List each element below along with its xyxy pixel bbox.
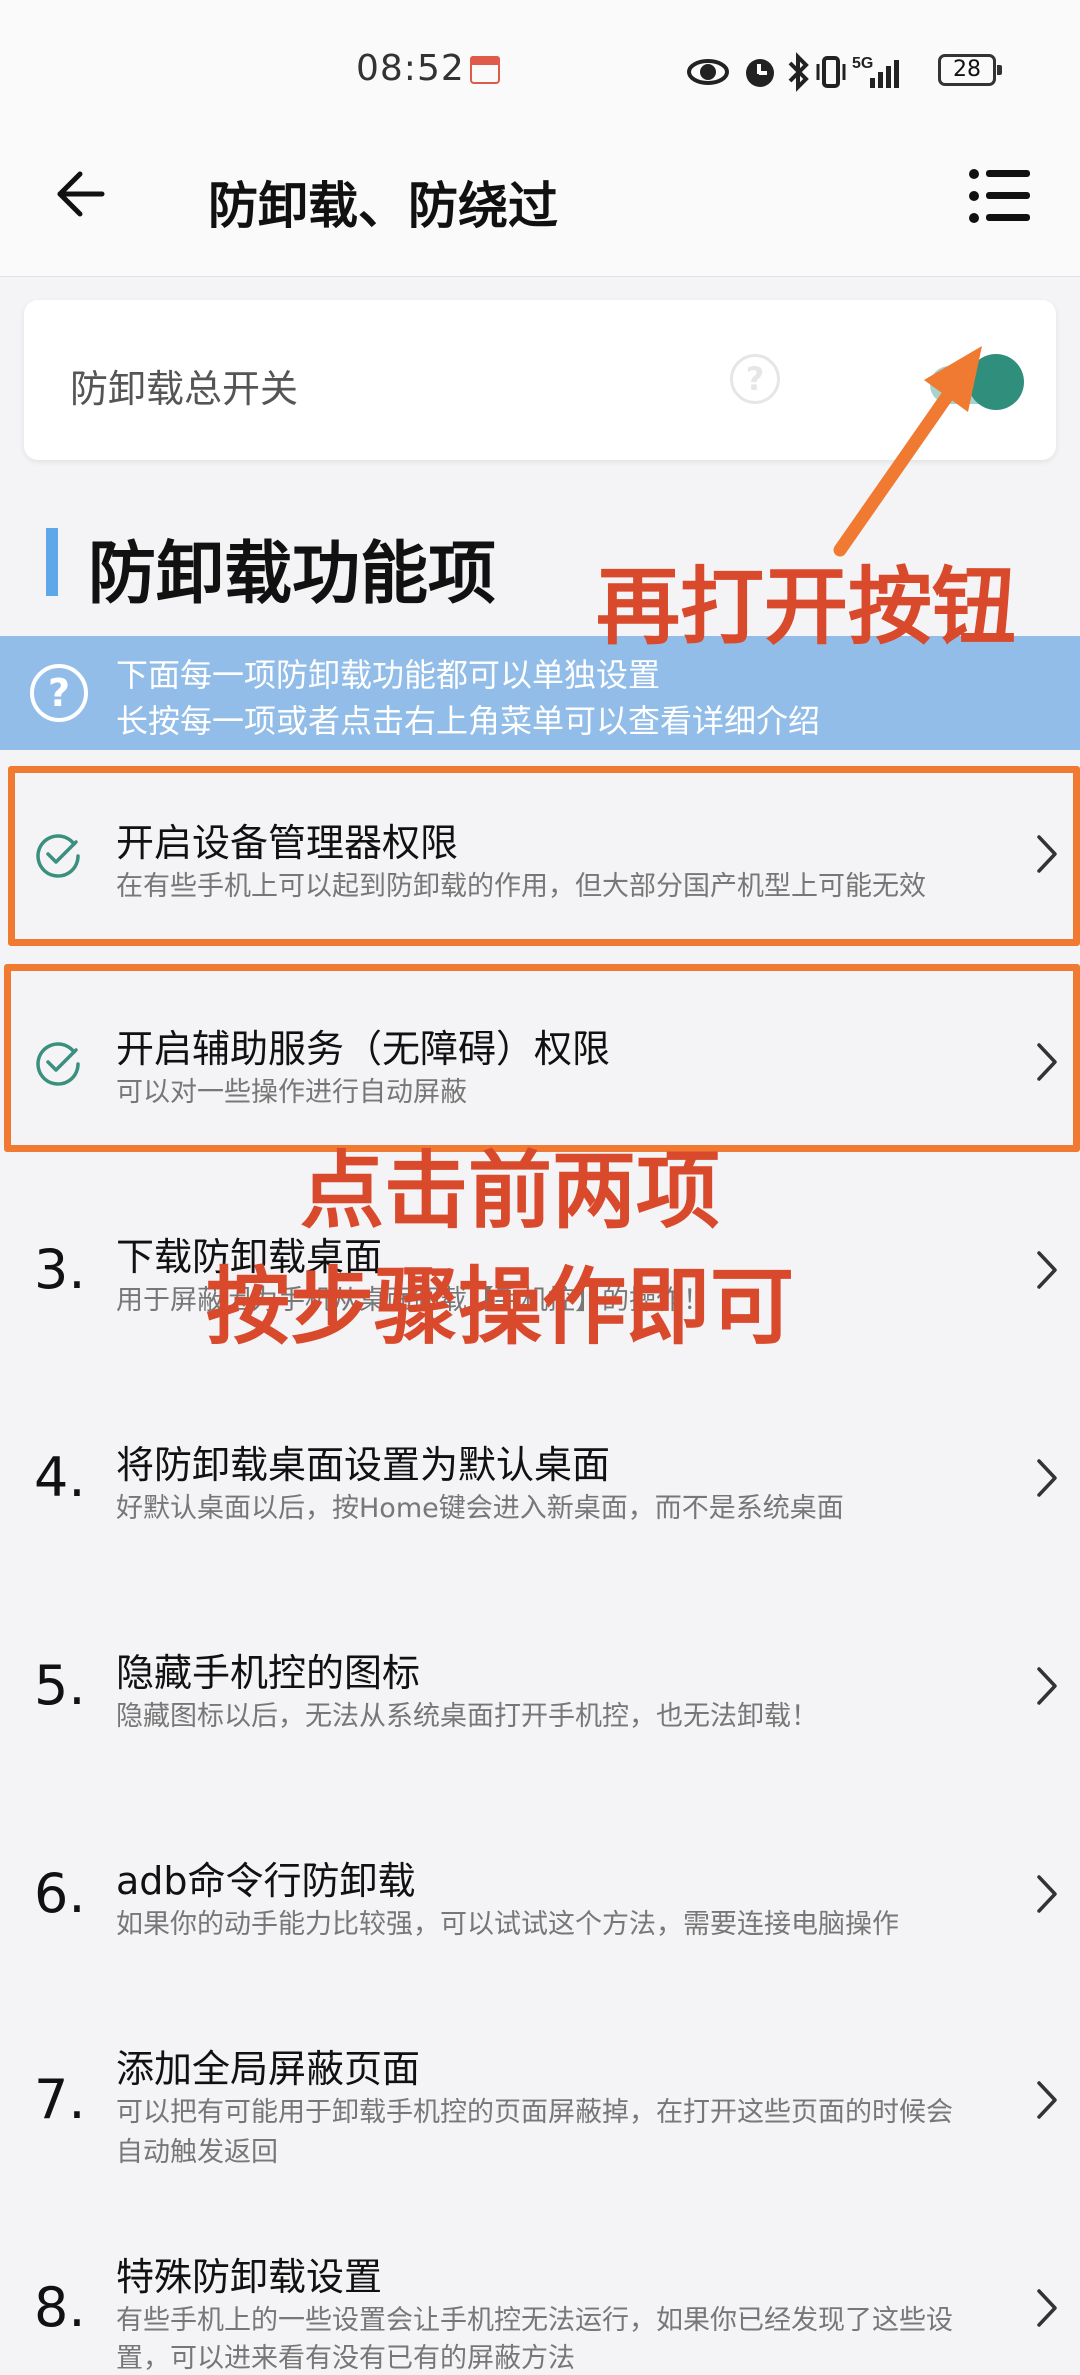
banner-line-2: 长按每一项或者点击右上角菜单可以查看详细介绍 — [116, 702, 821, 740]
annotation-text-top: 再打开按钮 — [596, 558, 1017, 656]
list-item-title[interactable]: adb命令行防卸载 — [116, 1850, 416, 1905]
status-time: 08:52 — [356, 48, 465, 89]
list-item-title[interactable]: 隐藏手机控的图标 — [116, 1642, 420, 1697]
annotation-text-mid1: 点击前两项 — [300, 1142, 721, 1240]
bluetooth-icon — [788, 52, 809, 92]
list-item-number: 6. — [34, 1862, 86, 1925]
back-arrow-icon[interactable] — [54, 168, 106, 220]
signal-label: 5G — [852, 55, 873, 72]
list-item-number: 8. — [34, 2276, 86, 2339]
highlight-box-item-1 — [8, 766, 1080, 946]
section-title: 防卸载功能项 — [88, 535, 497, 614]
page-title: 防卸载、防绕过 — [208, 177, 558, 235]
chevron-right-icon[interactable] — [1036, 1666, 1058, 1706]
list-item-subtitle-cont: 自动触发返回 — [116, 2137, 278, 2168]
list-item-subtitle: 隐藏图标以后，无法从系统桌面打开手机控，也无法卸载！ — [116, 1701, 818, 1732]
list-item-title[interactable]: 特殊防卸载设置 — [116, 2246, 382, 2301]
chevron-right-icon[interactable] — [1036, 1250, 1058, 1290]
list-item-subtitle: 有些手机上的一些设置会让手机控无法运行，如果你已经发现了这些设 — [116, 2305, 953, 2336]
list-item-number: 5. — [34, 1654, 86, 1717]
list-item-title[interactable]: 将防卸载桌面设置为默认桌面 — [116, 1434, 610, 1489]
chevron-right-icon[interactable] — [1036, 2288, 1058, 2328]
list-item-number: 7. — [34, 2068, 86, 2131]
chevron-right-icon[interactable] — [1036, 1458, 1058, 1498]
list-item-subtitle: 如果你的动手能力比较强，可以试试这个方法，需要连接电脑操作 — [116, 1909, 899, 1940]
question-circle-icon: ? — [30, 664, 88, 722]
section-accent-bar — [46, 528, 58, 596]
list-item-number: 3. — [34, 1238, 86, 1301]
help-icon[interactable]: ? — [730, 354, 780, 404]
signal-icon: 5G — [852, 55, 899, 88]
chevron-right-icon[interactable] — [1036, 1874, 1058, 1914]
list-item-subtitle: 好默认桌面以后，按Home键会进入新桌面，而不是系统桌面 — [116, 1493, 844, 1524]
alarm-icon — [746, 59, 774, 87]
vibrate-icon — [816, 56, 846, 88]
eye-icon — [687, 59, 729, 85]
list-item-title[interactable]: 添加全局屏蔽页面 — [116, 2038, 420, 2093]
list-item-number: 4. — [34, 1446, 86, 1509]
battery-icon: 28 — [938, 54, 1002, 86]
annotation-text-mid2: 按步骤操作即可 — [206, 1258, 795, 1356]
chevron-right-icon[interactable] — [1036, 2080, 1058, 2120]
annotation-arrow-icon — [833, 346, 982, 557]
calendar-icon — [470, 56, 500, 84]
list-menu-icon[interactable] — [968, 168, 1030, 224]
status-icons: 5G — [687, 52, 899, 92]
list-item-subtitle-cont: 置，可以进来看有没有已有的屏蔽方法 — [116, 2343, 575, 2374]
list-item-subtitle: 可以把有可能用于卸载手机控的页面屏蔽掉，在打开这些页面的时候会 — [116, 2097, 953, 2128]
banner-line-1: 下面每一项防卸载功能都可以单独设置 — [116, 656, 661, 694]
master-switch-label: 防卸载总开关 — [70, 367, 299, 411]
